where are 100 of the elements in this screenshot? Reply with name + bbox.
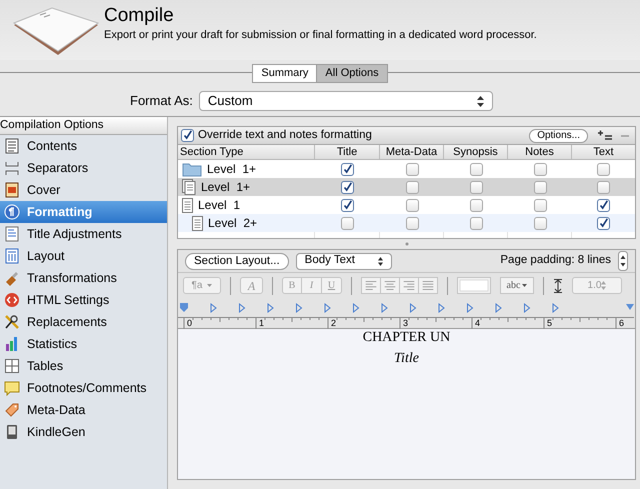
checkbox[interactable] [597, 180, 610, 194]
column-header[interactable]: Text [572, 145, 635, 159]
align-left-icon[interactable] [361, 277, 381, 294]
checkbox[interactable] [406, 198, 418, 212]
checkbox[interactable] [470, 198, 482, 212]
line-spacing-icon [553, 278, 563, 292]
bar-chart-icon [4, 336, 20, 352]
column-header[interactable]: Title [315, 145, 380, 159]
page-padding-label: Page padding: 8 lines [500, 253, 611, 268]
checkbox[interactable] [597, 162, 610, 176]
sidebar-item[interactable]: Cover [0, 179, 167, 201]
add-level-icon[interactable] [596, 128, 614, 142]
options-button[interactable]: Options... [529, 128, 588, 142]
checkbox[interactable] [534, 198, 546, 212]
style-dropdown[interactable]: Body Text [296, 252, 392, 270]
column-header[interactable]: Meta-Data [380, 145, 444, 159]
stepper-arrows-icon [601, 281, 606, 290]
checkbox[interactable] [341, 198, 354, 212]
ruler-number: 4 [475, 318, 480, 328]
checkbox[interactable] [597, 216, 610, 230]
ruler-number: 1 [259, 318, 264, 328]
table-row[interactable]: Level 1+ [178, 178, 635, 196]
ruler-number: 3 [403, 318, 408, 328]
sidebar-item[interactable]: Tables [0, 355, 167, 377]
align-right-icon[interactable] [399, 277, 419, 294]
checkbox[interactable] [534, 180, 546, 194]
dialog-subtitle: Export or print your draft for submission or final formatting in a dedicated word processor. [104, 28, 537, 42]
splitter-handle-icon[interactable] [404, 242, 410, 246]
checkbox[interactable] [470, 162, 482, 176]
layout-icon [4, 248, 20, 264]
highlight-button[interactable]: abc [500, 277, 534, 294]
sidebar-item[interactable]: Title Adjustments [0, 223, 167, 245]
sidebar-item[interactable]: Separators [0, 157, 167, 179]
ruler-number: 5 [547, 318, 552, 328]
checkbox[interactable] [406, 216, 418, 230]
brush-icon [4, 270, 20, 286]
document-icon [192, 216, 203, 230]
sidebar-item[interactable]: KindleGen [0, 421, 167, 443]
caret-icon [207, 284, 212, 287]
color-well[interactable] [457, 277, 491, 294]
sidebar-item[interactable]: Statistics [0, 333, 167, 355]
stepper-icon[interactable] [618, 251, 628, 271]
paragraph-icon [4, 204, 20, 220]
column-header[interactable]: Section Type [178, 145, 315, 159]
sidebar-item[interactable]: Meta-Data [0, 399, 167, 421]
tab[interactable]: All Options [317, 64, 387, 82]
align-justify-icon[interactable] [418, 277, 438, 294]
sidebar-item[interactable]: Transformations [0, 267, 167, 289]
e-reader-icon [4, 424, 20, 440]
checkbox[interactable] [341, 216, 354, 230]
format-as-label: Format As: [130, 92, 193, 110]
sidebar-item[interactable]: Replacements [0, 311, 167, 333]
section-type-label: Level 2+ [208, 215, 258, 232]
stepper-arrows-icon [476, 96, 484, 106]
checkbox[interactable] [181, 129, 194, 142]
document-icon [182, 198, 193, 212]
ruler-number: 6 [619, 318, 624, 328]
document-icon [4, 226, 20, 242]
book-cover-icon [4, 182, 20, 198]
section-type-label: Level 1+ [201, 179, 250, 196]
title-text: Title [394, 350, 419, 368]
sidebar-item[interactable]: Footnotes/Comments [0, 377, 167, 399]
sidebar-item[interactable]: Formatting [0, 201, 167, 223]
checkbox[interactable] [470, 216, 482, 230]
dialog-title: Compile [104, 4, 175, 28]
section-type-label: Level 1 [198, 197, 240, 214]
section-layout-button[interactable]: Section Layout... [185, 252, 289, 270]
magnifier-pencil-icon [4, 314, 20, 330]
chapter-heading: CHAPTER UN [362, 329, 450, 347]
table-icon [4, 358, 20, 374]
tag-icon [4, 402, 20, 418]
caret-icon [522, 284, 528, 287]
documents-icon [182, 179, 196, 195]
list-icon [4, 138, 20, 154]
override-label: Override text and notes formatting [198, 128, 373, 143]
checkbox[interactable] [534, 162, 546, 176]
checkbox[interactable] [341, 180, 354, 194]
checkbox[interactable] [470, 180, 482, 194]
code-icon [4, 292, 20, 308]
sidebar-item[interactable]: HTML Settings [0, 289, 167, 311]
format-dropdown[interactable]: Custom [198, 91, 493, 111]
ruler-number: 2 [331, 318, 336, 328]
checkbox[interactable] [341, 162, 354, 176]
sidebar-heading: Compilation Options [0, 117, 167, 135]
align-center-icon[interactable] [380, 277, 400, 294]
section-type-label: Level 1+ [207, 161, 256, 178]
note-icon [4, 380, 20, 396]
separator-icon [4, 160, 20, 176]
checkbox[interactable] [406, 180, 418, 194]
table-row[interactable]: Level 2+ [178, 214, 635, 232]
column-header[interactable]: Notes [508, 145, 572, 159]
sidebar-item[interactable]: Layout [0, 245, 167, 267]
checkbox[interactable] [406, 162, 418, 176]
sidebar-item[interactable]: Contents [0, 135, 167, 157]
column-header[interactable]: Synopsis [444, 145, 508, 159]
checkbox[interactable] [534, 216, 546, 230]
ruler-number: 0 [187, 318, 192, 328]
stepper-arrows-icon [378, 256, 383, 266]
tab[interactable]: Summary [253, 64, 318, 82]
checkbox[interactable] [597, 198, 610, 212]
